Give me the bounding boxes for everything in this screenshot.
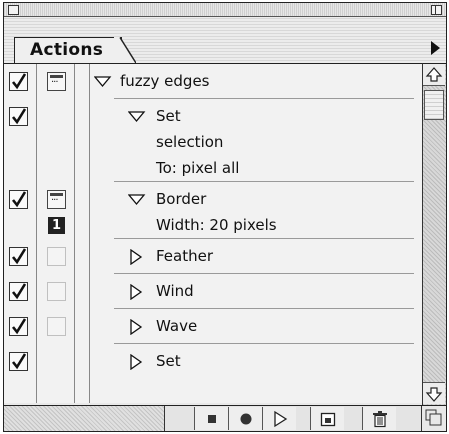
horizontal-scrollbar[interactable]	[4, 406, 165, 431]
expand-triangle-closed-icon[interactable]	[128, 319, 146, 335]
zoom-box-icon[interactable]	[431, 5, 442, 15]
tab-corner-shape	[114, 37, 136, 64]
action-detail: Width: 20 pixels	[156, 216, 277, 234]
scroll-up-icon[interactable]	[423, 64, 445, 86]
row-separator	[114, 181, 414, 182]
column-divider	[89, 64, 90, 403]
row-separator	[114, 238, 414, 239]
step-badge: 1	[48, 217, 65, 234]
row-separator	[114, 273, 414, 274]
action-label[interactable]: Border	[156, 190, 206, 208]
action-detail: To: pixel all	[156, 159, 240, 177]
palette-menu-arrow-icon[interactable]	[431, 41, 440, 55]
dialog-toggle-icon[interactable]	[47, 282, 66, 301]
scroll-thumb[interactable]	[424, 90, 444, 120]
row-separator	[114, 98, 414, 99]
record-icon	[240, 413, 252, 425]
palette-toolbar	[4, 405, 446, 431]
palette-title-bar[interactable]	[4, 3, 446, 17]
tab-actions[interactable]: Actions	[14, 37, 122, 63]
actions-palette: Actions fuzzy edges Set selection To: pixel…	[3, 2, 447, 432]
tab-actions-label: Actions	[30, 40, 104, 60]
dialog-toggle-icon[interactable]	[47, 317, 66, 336]
dialog-toggle-icon[interactable]	[47, 247, 66, 266]
action-enabled-checkbox[interactable]	[9, 317, 28, 336]
expand-triangle-closed-icon[interactable]	[128, 284, 146, 300]
action-label[interactable]: Set	[156, 352, 181, 370]
vertical-scrollbar[interactable]	[422, 63, 446, 405]
dialog-toggle-icon[interactable]	[47, 190, 66, 209]
action-enabled-checkbox[interactable]	[9, 190, 28, 209]
action-enabled-checkbox[interactable]	[9, 72, 28, 91]
column-divider	[36, 64, 37, 403]
action-enabled-checkbox[interactable]	[9, 352, 28, 371]
action-enabled-checkbox[interactable]	[9, 282, 28, 301]
row-separator	[114, 343, 414, 344]
dialog-toggle-icon[interactable]	[47, 72, 66, 91]
action-detail: selection	[156, 133, 224, 151]
new-action-icon	[320, 412, 336, 427]
scroll-down-icon[interactable]	[423, 382, 445, 404]
record-button[interactable]	[228, 407, 262, 430]
actions-list: fuzzy edges Set selection To: pixel all 1 Bor…	[4, 63, 422, 403]
trash-icon	[373, 411, 387, 428]
column-divider	[74, 64, 75, 403]
new-action-button[interactable]	[310, 407, 344, 430]
close-box-icon[interactable]	[8, 5, 19, 15]
expand-triangle-open-icon[interactable]	[128, 109, 146, 125]
stop-button[interactable]	[194, 407, 228, 430]
expand-triangle-open-icon[interactable]	[94, 74, 112, 90]
action-label[interactable]: Wind	[156, 282, 194, 300]
stop-icon	[208, 415, 216, 423]
play-button[interactable]	[262, 407, 296, 430]
tab-row: Actions	[4, 17, 446, 64]
action-label[interactable]: fuzzy edges	[120, 72, 210, 90]
action-enabled-checkbox[interactable]	[9, 247, 28, 266]
action-enabled-checkbox[interactable]	[9, 107, 28, 126]
action-label[interactable]: Wave	[156, 317, 197, 335]
row-separator	[114, 308, 414, 309]
action-label[interactable]: Feather	[156, 247, 213, 265]
expand-triangle-closed-icon[interactable]	[128, 249, 146, 265]
action-label[interactable]: Set	[156, 107, 181, 125]
play-icon	[274, 410, 288, 428]
resize-box-icon[interactable]	[421, 406, 446, 431]
expand-triangle-open-icon[interactable]	[128, 192, 146, 208]
expand-triangle-closed-icon[interactable]	[128, 354, 146, 370]
delete-button[interactable]	[362, 407, 396, 430]
